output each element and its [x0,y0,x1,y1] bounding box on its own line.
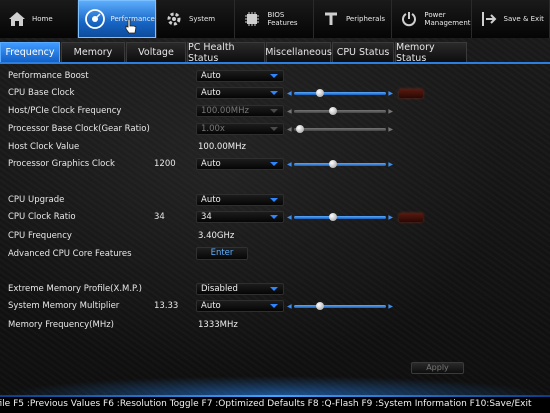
setting-memory-frequency: Memory Frequency(MHz) 1333MHz [0,318,550,333]
slider-knob[interactable] [315,302,324,310]
setting-advanced-cpu-core-features: Advanced CPU Core Features Enter [0,247,550,262]
nav-performance[interactable]: Performance [78,0,157,38]
tab-memory[interactable]: Memory [61,42,125,62]
gear-icon [163,8,185,30]
home-icon [6,8,28,30]
setting-label: Extreme Memory Profile(X.M.P.) [8,284,142,294]
performance-disc-icon [84,8,106,30]
slider-knob [295,125,304,133]
current-value: 1200 [154,159,176,169]
slider-knob [328,107,337,115]
setting-label: Memory Frequency(MHz) [8,320,115,330]
memory-frequency-value: 1333MHz [198,320,238,330]
xmp-select[interactable]: Disabled [196,283,284,295]
dropdown-arrow-icon [270,127,278,131]
host-pcie-clock-select: 100.00MHz [196,105,284,117]
processor-base-clock-slider: ◀ ▶ [287,125,393,133]
dropdown-arrow-icon [270,287,278,291]
nav-home[interactable]: Home [0,0,79,38]
cpu-frequency-value: 3.40GHz [198,231,235,241]
dropdown-arrow-icon [270,91,278,95]
setting-performance-boost: Performance Boost Auto [0,69,550,84]
tab-memory-status[interactable]: Memory Status [395,42,467,64]
setting-processor-graphics-clock: Processor Graphics Clock 1200 Auto ◀ ▶ [0,157,550,172]
processor-graphics-clock-slider[interactable]: ◀ ▶ [287,160,393,168]
nav-peripherals-label: Peripherals [345,15,385,23]
setting-cpu-upgrade: CPU Upgrade Auto [0,193,550,208]
nav-power-management[interactable]: Power Management [392,0,472,38]
tab-pc-health-status[interactable]: PC Health Status [187,42,265,64]
tab-frequency[interactable]: Frequency [0,42,60,62]
dropdown-arrow-icon [270,74,278,78]
cpu-upgrade-select[interactable]: Auto [196,194,284,206]
nav-home-label: Home [32,15,53,23]
processor-base-clock-select: 1.00x [196,123,284,135]
chip-icon [241,8,263,30]
hotkey-text: ofile F5 :Previous Values F6 :Resolution… [0,399,532,409]
performance-boost-select[interactable]: Auto [196,70,284,82]
apply-button[interactable]: Apply [411,362,464,374]
host-clock-value: 100.00MHz [198,142,246,152]
setting-label: Performance Boost [8,71,89,81]
host-pcie-clock-slider: ◀ ▶ [287,107,393,115]
setting-label: Advanced CPU Core Features [8,249,132,259]
dropdown-arrow-icon [270,162,278,166]
dropdown-arrow-icon [270,304,278,308]
setting-cpu-base-clock: CPU Base Clock Auto ◀ ▶ [0,86,550,101]
setting-host-pcie-clock: Host/PCIe Clock Frequency 100.00MHz ◀ ▶ [0,104,550,119]
bottom-glow [0,376,550,396]
setting-xmp: Extreme Memory Profile(X.M.P.) Disabled [0,282,550,297]
system-memory-multiplier-select[interactable]: Auto [196,300,284,312]
setting-label: CPU Clock Ratio [8,212,76,222]
setting-label: System Memory Multiplier [8,301,120,311]
processor-graphics-clock-select[interactable]: Auto [196,158,284,170]
system-memory-multiplier-slider[interactable]: ◀ ▶ [287,302,393,310]
setting-label: Processor Base Clock(Gear Ratio) [8,124,150,134]
peripherals-icon [320,8,342,30]
setting-host-clock-value: Host Clock Value 100.00MHz [0,140,550,155]
dropdown-arrow-icon [270,109,278,113]
setting-cpu-frequency: CPU Frequency 3.40GHz [0,229,550,244]
nav-save-exit-label: Save & Exit [503,15,544,23]
cpu-base-clock-select[interactable]: Auto [196,87,284,99]
slider-knob[interactable] [328,213,337,221]
hotkey-status-bar: ofile F5 :Previous Values F6 :Resolution… [0,397,550,413]
cpu-clock-ratio-slider[interactable]: ◀ ▶ [287,213,393,221]
slider-knob[interactable] [328,160,337,168]
setting-label: CPU Upgrade [8,195,65,205]
top-navigation: Home Performance System BIOS Features Pe… [0,0,550,38]
setting-label: CPU Frequency [8,231,72,241]
tab-cpu-status[interactable]: CPU Status [332,42,394,62]
exit-icon [478,8,500,30]
enter-button[interactable]: Enter [196,247,248,260]
setting-label: Processor Graphics Clock [8,159,115,169]
cpu-base-clock-slider[interactable]: ◀ ▶ [287,89,393,97]
tab-voltage[interactable]: Voltage [126,42,186,62]
nav-bios-features-label: BIOS Features [267,11,298,27]
current-value: 34 [154,212,165,222]
setting-label: Host/PCIe Clock Frequency [8,106,122,116]
cpu-clock-ratio-indicator [399,213,423,222]
nav-system-label: System [188,15,216,23]
cpu-base-clock-indicator [399,89,423,98]
nav-save-exit[interactable]: Save & Exit [472,0,550,38]
nav-power-management-label: Power Management [424,11,471,27]
nav-peripherals[interactable]: Peripherals [314,0,393,38]
setting-system-memory-multiplier: System Memory Multiplier 13.33 Auto ◀ ▶ [0,299,550,314]
dropdown-arrow-icon [270,215,278,219]
nav-bios-features[interactable]: BIOS Features [235,0,314,38]
setting-label: Host Clock Value [8,142,80,152]
power-icon [398,8,420,30]
setting-cpu-clock-ratio: CPU Clock Ratio 34 34 ◀ ▶ [0,210,550,225]
sub-tabs: Frequency Memory Voltage PC Health Statu… [0,42,550,64]
hand-cursor-icon [126,18,137,34]
current-value: 13.33 [154,301,179,311]
dropdown-arrow-icon [270,198,278,202]
setting-processor-base-clock: Processor Base Clock(Gear Ratio) 1.00x ◀… [0,122,550,137]
setting-label: CPU Base Clock [8,88,75,98]
slider-knob[interactable] [315,89,324,97]
cpu-clock-ratio-select[interactable]: 34 [196,211,284,223]
nav-system[interactable]: System [157,0,236,38]
tab-miscellaneous[interactable]: Miscellaneous [265,42,332,62]
